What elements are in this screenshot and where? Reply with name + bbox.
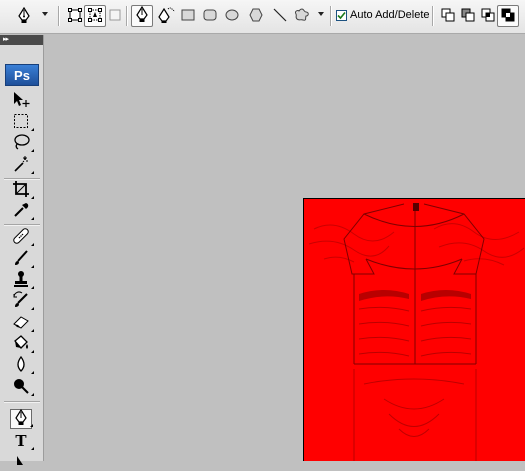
freeform-pen-icon xyxy=(157,6,176,27)
pen-tool-icon xyxy=(17,7,31,25)
pen-tool-icon xyxy=(14,408,28,430)
intersect-path-button[interactable] xyxy=(477,5,499,27)
polygon-button[interactable] xyxy=(245,5,267,27)
pen-icon xyxy=(135,5,149,27)
separator xyxy=(330,6,332,26)
custom-shape-button[interactable] xyxy=(291,5,313,27)
fill-pixels-icon xyxy=(109,9,121,24)
toolbox: ▸▸ Ps T xyxy=(0,35,44,465)
exclude-path-icon xyxy=(501,8,515,25)
dodge-tool[interactable] xyxy=(10,377,34,398)
eyedropper-tool[interactable] xyxy=(10,201,34,222)
pen-button[interactable] xyxy=(131,5,153,27)
separator xyxy=(126,6,128,26)
brush-tool[interactable] xyxy=(10,249,34,270)
toolbox-header[interactable]: ▸▸ xyxy=(0,35,43,45)
photoshop-logo[interactable]: Ps xyxy=(5,64,39,86)
line-icon xyxy=(273,8,287,25)
separator xyxy=(58,6,60,26)
collapse-arrows-icon[interactable]: ▸▸ xyxy=(3,36,9,43)
path-selection-tool[interactable] xyxy=(10,451,32,471)
crop-tool-icon xyxy=(12,180,30,201)
lasso-tool-icon xyxy=(12,133,30,154)
toolbox-divider xyxy=(4,401,40,403)
rectangle-icon xyxy=(181,9,195,24)
freeform-pen-button[interactable] xyxy=(155,5,177,27)
lasso-tool[interactable] xyxy=(10,133,34,154)
document-canvas[interactable] xyxy=(303,198,525,461)
crop-tool[interactable] xyxy=(10,180,34,201)
healing-brush-tool[interactable] xyxy=(10,227,34,248)
pen-tool[interactable] xyxy=(10,408,33,430)
add-to-path-icon xyxy=(441,8,455,25)
eraser-tool[interactable] xyxy=(10,313,34,334)
history-brush-tool[interactable] xyxy=(10,291,34,312)
auto-add-delete-checkbox[interactable] xyxy=(336,9,347,21)
blur-tool[interactable] xyxy=(10,355,34,376)
chevron-down-icon[interactable] xyxy=(42,12,48,16)
blur-tool-icon xyxy=(12,355,30,376)
marquee-tool[interactable] xyxy=(10,112,34,132)
move-tool[interactable] xyxy=(10,91,32,111)
rounded-rectangle-icon xyxy=(203,9,217,24)
options-bar: Auto Add/Delete xyxy=(0,0,525,34)
fill-pixels-button[interactable] xyxy=(104,5,126,27)
shirt-template-image xyxy=(304,199,525,461)
line-button[interactable] xyxy=(269,5,291,27)
custom-shape-icon xyxy=(294,7,310,25)
ellipse-button[interactable] xyxy=(221,5,243,27)
path-selection-tool-icon xyxy=(14,455,28,468)
separator xyxy=(432,6,434,26)
marquee-tool-icon xyxy=(13,113,29,132)
eyedropper-tool-icon xyxy=(12,201,30,222)
paint-bucket-tool-icon xyxy=(12,334,30,355)
ellipse-icon xyxy=(225,9,239,24)
auto-add-delete-label: Auto Add/Delete xyxy=(350,9,430,21)
polygon-icon xyxy=(249,8,263,25)
clone-stamp-tool-icon xyxy=(12,270,30,291)
brush-tool-icon xyxy=(12,249,30,270)
auto-add-delete-toggle[interactable]: Auto Add/Delete xyxy=(336,9,430,21)
paths-icon xyxy=(88,7,102,25)
healing-brush-tool-icon xyxy=(12,227,30,248)
chevron-down-icon[interactable] xyxy=(318,12,324,16)
tool-preset-picker[interactable] xyxy=(14,5,34,27)
paths-button[interactable] xyxy=(84,5,106,27)
subtract-from-path-button[interactable] xyxy=(457,5,479,27)
history-brush-tool-icon xyxy=(12,291,30,312)
dodge-tool-icon xyxy=(12,377,30,398)
intersect-path-icon xyxy=(481,8,495,25)
rounded-rectangle-button[interactable] xyxy=(199,5,221,27)
add-to-path-button[interactable] xyxy=(437,5,459,27)
magic-wand-tool-icon xyxy=(12,155,30,176)
rectangle-button[interactable] xyxy=(177,5,199,27)
type-tool[interactable]: T xyxy=(10,431,34,451)
eraser-tool-icon xyxy=(12,313,30,334)
exclude-path-button[interactable] xyxy=(497,5,519,27)
paint-bucket-tool[interactable] xyxy=(10,334,34,355)
shape-layers-button[interactable] xyxy=(64,5,86,27)
subtract-from-path-icon xyxy=(461,8,475,25)
type-tool-icon: T xyxy=(15,432,27,450)
clone-stamp-tool[interactable] xyxy=(10,270,34,291)
move-tool-icon xyxy=(12,91,30,112)
magic-wand-tool[interactable] xyxy=(10,155,34,176)
shape-layers-icon xyxy=(68,7,82,25)
